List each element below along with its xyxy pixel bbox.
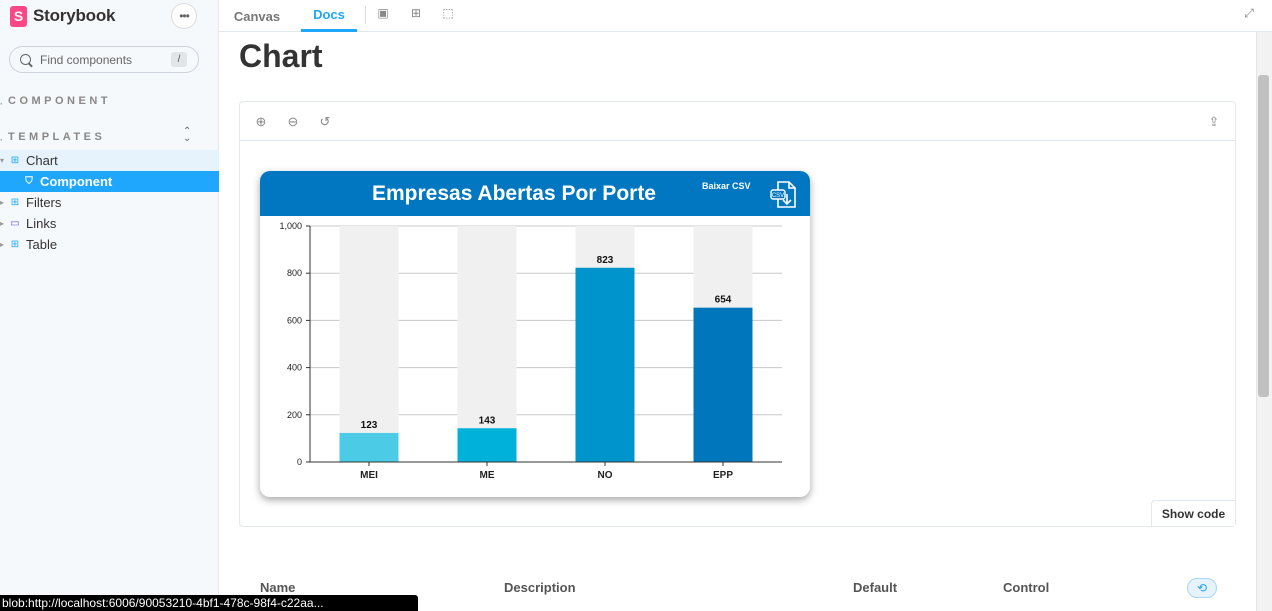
- sidebar-item-label: Table: [26, 237, 58, 252]
- chevron-down-icon: ▾: [0, 156, 5, 165]
- image-icon[interactable]: ▣: [376, 6, 390, 20]
- tab-docs[interactable]: Docs: [301, 0, 357, 32]
- sidebar-item-component[interactable]: ⛉ Component: [0, 171, 219, 192]
- bar-epp: [693, 307, 753, 462]
- more-options-button[interactable]: •••: [171, 3, 197, 29]
- sidebar: S Storybook ••• Find components / · COMP…: [0, 0, 219, 611]
- section-component-label: COMPONENT: [8, 95, 111, 107]
- share-icon[interactable]: ⇪: [1206, 114, 1222, 130]
- sidebar-item-label: Chart: [26, 153, 58, 168]
- section-component[interactable]: · COMPONENT: [0, 95, 111, 109]
- bar-background: [457, 226, 517, 462]
- bar-me: [457, 428, 517, 462]
- status-bar-url: blob:http://localhost:6006/90053210-4bf1…: [0, 595, 418, 611]
- x-tick-label: NO: [598, 470, 613, 481]
- section-templates[interactable]: · TEMPLATES: [0, 131, 106, 145]
- args-header-default: Default: [853, 580, 898, 595]
- component-icon: ⊞: [10, 239, 20, 250]
- args-header-control: Control: [1003, 580, 1050, 595]
- search-icon: [20, 54, 31, 65]
- outline-icon[interactable]: ⬚: [441, 6, 455, 20]
- expand-dot-icon: ·: [0, 99, 7, 109]
- chart-card: Empresas Abertas Por Porte Baixar CSV CS…: [260, 171, 810, 497]
- sidebar-item-table[interactable]: ▸ ⊞ Table: [0, 234, 219, 255]
- y-tick-label: 400: [287, 363, 302, 373]
- x-tick-label: EPP: [713, 470, 733, 481]
- search-shortcut-key: /: [171, 52, 187, 67]
- sidebar-item-filters[interactable]: ▸ ⊞ Filters: [0, 192, 219, 213]
- data-label: 143: [479, 415, 496, 426]
- folder-icon: ▭: [10, 218, 20, 229]
- storybook-logo-icon: S: [10, 5, 27, 27]
- data-label: 654: [715, 295, 732, 306]
- data-label: 123: [361, 420, 378, 431]
- preview-toolbar: ⊕ ⊖ ↺ ⇪: [240, 102, 1235, 141]
- fullscreen-icon[interactable]: ⤢: [1242, 6, 1256, 20]
- y-tick-label: 800: [287, 268, 302, 278]
- show-code-button[interactable]: Show code: [1151, 500, 1235, 526]
- bar-no: [575, 267, 635, 462]
- chart-header: Empresas Abertas Por Porte Baixar CSV CS…: [260, 171, 810, 216]
- zoom-out-icon[interactable]: ⊖: [285, 114, 301, 130]
- reset-controls-button[interactable]: ⟲: [1187, 578, 1217, 598]
- sidebar-item-links[interactable]: ▸ ▭ Links: [0, 213, 219, 234]
- csv-download-icon[interactable]: CSV: [770, 180, 798, 210]
- chevron-right-icon: ▸: [0, 219, 5, 228]
- search-input[interactable]: Find components /: [9, 46, 199, 73]
- bookmark-icon: ⛉: [25, 176, 33, 187]
- csv-icon-text: CSV: [772, 193, 784, 199]
- y-tick-label: 600: [287, 315, 302, 325]
- sidebar-item-label: Filters: [26, 195, 62, 210]
- component-icon: ⊞: [10, 197, 20, 208]
- chart-title: Empresas Abertas Por Porte: [371, 182, 656, 205]
- top-toolbar: Canvas Docs ▣ ⊞ ⬚ ⤢: [219, 0, 1272, 32]
- download-csv-label[interactable]: Baixar CSV: [702, 181, 751, 191]
- chevron-right-icon: ▸: [0, 240, 5, 249]
- zoom-reset-icon[interactable]: ↺: [317, 114, 333, 130]
- collapse-all-icon[interactable]: ⌃ ⌄: [183, 127, 191, 144]
- toolbar-divider: [365, 6, 366, 24]
- y-tick-label: 200: [287, 410, 302, 420]
- component-icon: ⊞: [10, 155, 20, 166]
- tab-canvas[interactable]: Canvas: [229, 0, 285, 32]
- args-header-description: Description: [504, 580, 576, 595]
- bar-mei: [339, 432, 399, 462]
- section-templates-label: TEMPLATES: [8, 131, 106, 143]
- grid-icon[interactable]: ⊞: [409, 6, 423, 20]
- chevron-right-icon: ▸: [0, 198, 5, 207]
- y-tick-label: 0: [297, 457, 302, 467]
- scrollbar-thumb[interactable]: [1258, 75, 1269, 397]
- expand-dot-icon: ·: [0, 135, 7, 145]
- sidebar-item-label: Component: [40, 174, 113, 189]
- data-label: 823: [597, 255, 614, 266]
- zoom-in-icon[interactable]: ⊕: [253, 114, 269, 130]
- page-title: Chart: [239, 38, 323, 74]
- sidebar-item-label: Links: [26, 216, 57, 231]
- brand-name: Storybook: [33, 6, 116, 25]
- x-tick-label: MEI: [360, 470, 378, 481]
- args-header-name: Name: [260, 580, 296, 595]
- x-tick-label: ME: [480, 470, 495, 481]
- bar-chart: 123 143 823 654 0 200 400 600 800 1,000 MEI ME NO EP…: [279, 221, 782, 481]
- sidebar-item-chart[interactable]: ▾ ⊞ Chart: [0, 150, 219, 171]
- y-tick-label: 1,000: [279, 221, 302, 231]
- search-placeholder: Find components: [40, 52, 133, 67]
- storybook-brand[interactable]: S Storybook: [10, 5, 115, 27]
